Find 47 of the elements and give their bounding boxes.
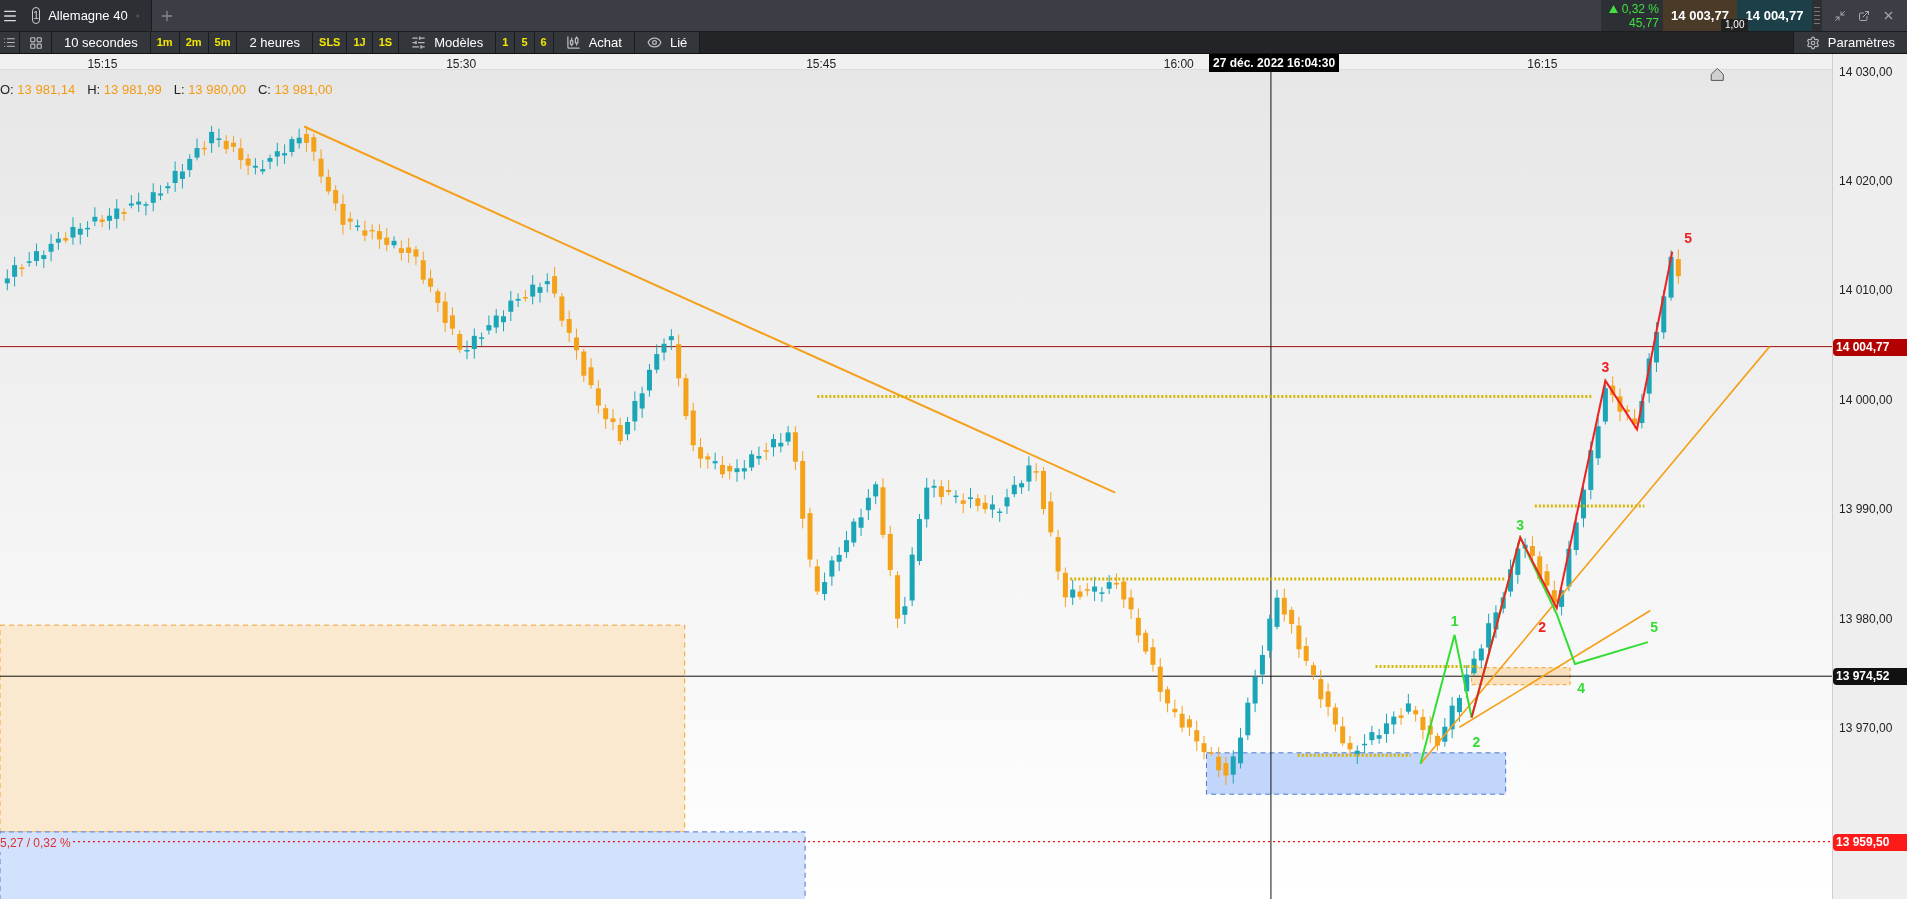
price-marker: 13 974,52 <box>1833 668 1907 686</box>
interval-dropdown[interactable]: 10 secondes <box>52 32 151 53</box>
quick-interval-button[interactable]: 1m <box>150 32 180 53</box>
tab-title: Allemagne 40 <box>48 6 128 25</box>
wave-label: 5 <box>1650 619 1658 636</box>
instrument-tab[interactable]: 1 Allemagne 40 <box>20 0 152 31</box>
quick-interval-button[interactable]: 1S <box>372 32 400 53</box>
wave-label: 3 <box>1601 359 1610 376</box>
time-label: 16:15 <box>1527 56 1558 73</box>
quick-interval-button[interactable]: 2m <box>179 32 209 53</box>
buy-button[interactable]: Achat <box>553 32 635 53</box>
price-label: 14 000,00 <box>1839 391 1893 409</box>
quick-interval-button[interactable]: SLS <box>313 32 348 53</box>
spread-badge: 1,00 <box>1721 19 1749 31</box>
interval-dropdown[interactable]: 2 heures <box>237 32 314 53</box>
change-points: 45,77 <box>1628 15 1659 30</box>
ohlc-value: L: 13 980,00 <box>173 81 246 99</box>
templates-button[interactable]: Modèles <box>399 32 497 53</box>
time-label: 15:45 <box>806 56 837 73</box>
price-label: 14 010,00 <box>1839 282 1893 300</box>
quick-interval-button[interactable]: 1J <box>347 32 373 53</box>
price-marker: 13 959,50 <box>1833 833 1907 851</box>
ohlc-value: C: 13 981,00 <box>258 81 333 99</box>
price-label: 14 020,00 <box>1839 173 1893 190</box>
price-marker: 14 004,77 <box>1833 338 1907 356</box>
crosshair-time-label: 27 déc. 2022 16:04:30 <box>1209 54 1340 72</box>
price-label: 14 030,00 <box>1839 63 1893 81</box>
change-percent: 0,32 % <box>1621 1 1659 16</box>
linked-button[interactable]: Lié <box>634 32 701 53</box>
time-label: 15:15 <box>87 56 118 73</box>
wave-label: 5 <box>1684 230 1692 247</box>
price-label: 13 980,00 <box>1839 610 1893 628</box>
price-label: 13 970,00 <box>1839 720 1893 738</box>
quick-interval-button[interactable]: 5m <box>208 32 238 53</box>
wave-label: 1 <box>1450 613 1459 630</box>
quick-interval-button[interactable]: 5 <box>515 32 535 53</box>
wave-label: 4 <box>1577 680 1585 697</box>
ohlc-value: H: 13 981,99 <box>87 81 162 99</box>
wave-label: 3 <box>1516 517 1525 534</box>
wave-label: 2 <box>1472 733 1481 750</box>
time-label: 16:00 <box>1163 56 1194 73</box>
settings-button[interactable]: Paramètres <box>1792 32 1907 53</box>
price-label: 13 990,00 <box>1839 501 1893 519</box>
quick-interval-button[interactable]: 1 <box>496 32 516 53</box>
ohlc-value: O: 13 981,14 <box>0 81 76 99</box>
time-label: 15:30 <box>446 56 477 73</box>
wave-label: 2 <box>1538 619 1547 636</box>
